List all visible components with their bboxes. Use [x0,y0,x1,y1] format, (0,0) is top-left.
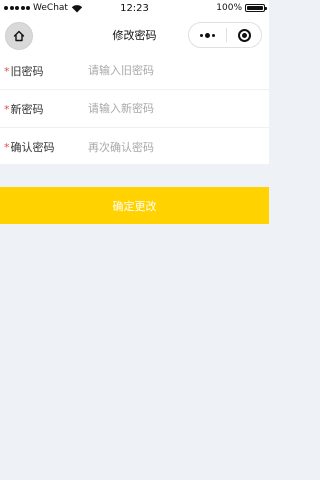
capsule-menu [188,22,262,48]
old-password-input[interactable] [88,60,258,81]
more-dots-icon [200,33,203,37]
old-password-label: *旧密码 [4,64,44,78]
battery-percent: 100% [216,3,242,13]
nav-bar: 修改密码 [0,18,269,52]
old-password-row: *旧密码 [0,52,269,90]
new-password-input[interactable] [88,98,258,119]
battery-fill [247,6,263,10]
battery-icon [245,4,267,12]
confirm-change-button[interactable]: 确定更改 [0,187,269,224]
password-form: *旧密码 *新密码 *确认密码 [0,52,269,164]
new-password-label: *新密码 [4,102,44,116]
confirm-password-label: *确认密码 [4,141,55,154]
confirm-password-input[interactable] [88,137,258,157]
status-right: 100% [216,3,267,13]
target-close-icon [237,28,251,42]
new-password-row: *新密码 [0,90,269,128]
more-button[interactable] [189,23,226,47]
confirm-password-row: *确认密码 [0,128,269,166]
close-button[interactable] [227,23,261,47]
status-bar: WeChat 12:23 100% [0,0,269,18]
